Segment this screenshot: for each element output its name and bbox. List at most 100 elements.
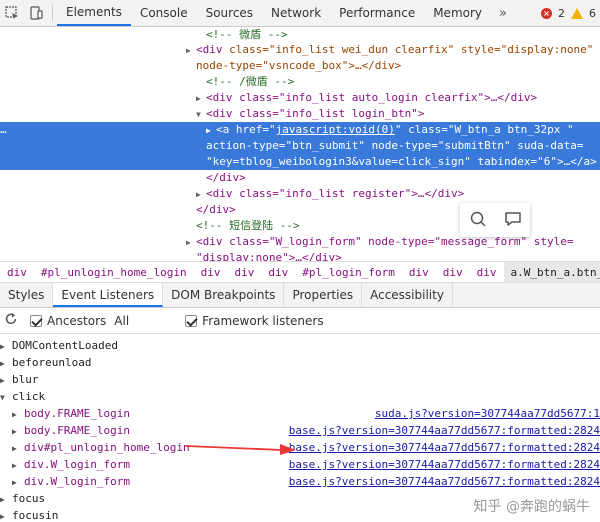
expand-triangle-icon[interactable]: ▶ [12, 440, 24, 457]
tab-properties[interactable]: Properties [284, 283, 363, 307]
expand-triangle-icon[interactable]: ▶ [12, 474, 24, 491]
node-markup: </div> [206, 171, 246, 184]
expand-triangle-icon[interactable]: ▶ [186, 235, 196, 251]
breadcrumb-item[interactable]: div [0, 266, 34, 279]
framework-listeners-label: Framework listeners [202, 313, 324, 328]
collapse-triangle-icon[interactable]: ▼ [0, 389, 12, 406]
toolbar-divider [52, 5, 53, 21]
source-link[interactable]: base.js?version=307744aa77dd5677:formatt… [289, 473, 600, 490]
node-markup: <div class="info_list login_btn"> [206, 107, 425, 120]
search-icon[interactable] [469, 210, 487, 231]
expand-triangle-icon[interactable]: ▶ [196, 91, 206, 107]
href-link[interactable]: javascript:void(0) [276, 123, 395, 136]
event-name: DOMContentLoaded [12, 339, 118, 352]
device-toolbar-icon[interactable] [24, 0, 48, 26]
tab-console[interactable]: Console [131, 0, 197, 26]
floating-widget [460, 203, 530, 237]
dom-node-selected-anchor-attrs[interactable]: action-type="btn_submit" node-type="subm… [0, 138, 600, 154]
node-attributes: action-type="btn_submit" node-type="subm… [206, 139, 584, 152]
comment-text: <!-- /微盾 --> [206, 75, 295, 88]
comment-text: <!-- 微盾 --> [206, 28, 288, 41]
expand-triangle-icon[interactable]: ▶ [12, 457, 24, 474]
expand-triangle-icon[interactable]: ▶ [186, 43, 196, 59]
error-count: 2 [558, 6, 565, 20]
expand-triangle-icon[interactable]: ▶ [0, 491, 12, 508]
ancestors-checkbox[interactable] [30, 314, 42, 327]
event-group-blur[interactable]: ▶ blur [0, 371, 600, 388]
warning-icon [571, 7, 583, 19]
breadcrumb-item[interactable]: div [470, 266, 504, 279]
dom-node-selected-anchor[interactable]: … ▶ <a href="javascript:void(0)" class="W_… [0, 122, 600, 138]
inspect-element-icon[interactable] [0, 0, 24, 26]
event-group-beforeunload[interactable]: ▶ beforeunload [0, 354, 600, 371]
expand-triangle-icon[interactable]: ▶ [206, 123, 216, 139]
source-link[interactable]: suda.js?version=307744aa77dd5677:1 [375, 405, 600, 422]
listener-row[interactable]: ▶ body.FRAME_login base.js?version=307744… [0, 422, 600, 439]
ancestors-scope-select[interactable]: All [114, 314, 129, 328]
tab-sources[interactable]: Sources [197, 0, 262, 26]
node-markup: <div class="info_list auto_login clearfi… [206, 91, 538, 104]
expand-triangle-icon[interactable]: ▶ [196, 187, 206, 203]
dom-node-login-btn[interactable]: ▼ <div class="info_list login_btn"> [0, 106, 600, 122]
listener-row[interactable]: ▶ div.W_login_form base.js?version=307744… [0, 456, 600, 473]
dom-node-close[interactable]: </div> [0, 170, 600, 186]
ancestors-label: Ancestors [47, 313, 107, 328]
breadcrumb-item[interactable]: #pl_unlogin_home_login [34, 266, 194, 279]
breadcrumb-item[interactable]: div [227, 266, 261, 279]
framework-listeners-checkbox[interactable] [185, 314, 198, 327]
expand-triangle-icon[interactable]: ▶ [0, 372, 12, 389]
tab-dom-breakpoints[interactable]: DOM Breakpoints [163, 283, 285, 307]
tab-styles[interactable]: Styles [0, 283, 54, 307]
source-link[interactable]: base.js?version=307744aa77dd5677:formatt… [289, 456, 600, 473]
listener-node: div#pl_unlogin_home_login [24, 441, 190, 454]
listener-row[interactable]: ▶ body.FRAME_login suda.js?version=307744… [0, 405, 600, 422]
breadcrumb-current[interactable]: a.W_btn_a.btn_32px [503, 262, 600, 282]
breadcrumb-item[interactable]: div [436, 266, 470, 279]
event-name: click [12, 390, 46, 403]
listener-row[interactable]: ▶ div.W_login_form base.js?version=307744… [0, 473, 600, 490]
expand-triangle-icon[interactable]: ▶ [12, 406, 24, 423]
node-attributes: node-type="vsncode_box">…</div> [196, 59, 402, 72]
watermark: 知乎 @奔跑的蜗牛 [473, 499, 590, 515]
comment-icon[interactable] [504, 210, 522, 231]
breadcrumb-item[interactable]: div [194, 266, 228, 279]
issue-counters[interactable]: × 2 6 [541, 7, 600, 20]
breadcrumb: div #pl_unlogin_home_login div div div #… [0, 261, 600, 283]
source-link[interactable]: base.js?version=307744aa77dd5677:formatt… [289, 422, 600, 439]
dom-node-wei-dun[interactable]: ▶ <div class="info_list wei_dun clearfix"… [0, 42, 600, 58]
event-group-click[interactable]: ▼ click [0, 388, 600, 405]
event-name: focus [12, 492, 46, 505]
devtools-toolbar: Elements Console Sources Network Perform… [0, 0, 600, 27]
dom-node-selected-anchor-attrs[interactable]: "key=tblog_weibologin3&value=click_sign"… [0, 154, 600, 170]
collapse-triangle-icon[interactable]: ▼ [196, 107, 206, 123]
dom-node-comment[interactable]: <!-- /微盾 --> [0, 74, 600, 90]
tab-performance[interactable]: Performance [330, 0, 424, 26]
listener-row[interactable]: ▶ div#pl_unlogin_home_login base.js?versi… [0, 439, 600, 456]
expand-triangle-icon[interactable]: ▶ [0, 338, 12, 355]
breadcrumb-item[interactable]: div [402, 266, 436, 279]
dom-node-comment[interactable]: <!-- 微盾 --> [0, 27, 600, 43]
breadcrumb-item[interactable]: div [261, 266, 295, 279]
tab-memory[interactable]: Memory [424, 0, 491, 26]
listener-node: body.FRAME_login [24, 424, 130, 437]
tab-event-listeners[interactable]: Event Listeners [53, 283, 164, 307]
expand-triangle-icon[interactable]: ▶ [0, 508, 12, 522]
tab-accessibility[interactable]: Accessibility [362, 283, 453, 307]
error-icon: × [541, 7, 552, 19]
source-link[interactable]: base.js?version=307744aa77dd5677:formatt… [289, 439, 600, 456]
dom-node-register[interactable]: ▶ <div class="info_list register">…</div> [0, 186, 600, 202]
event-name: blur [12, 373, 39, 386]
expand-triangle-icon[interactable]: ▶ [12, 423, 24, 440]
tab-network[interactable]: Network [262, 0, 330, 26]
listener-node: body.FRAME_login [24, 407, 130, 420]
node-markup: <div class="info_list register">…</div> [206, 187, 465, 200]
more-tabs-button[interactable]: » [491, 6, 515, 21]
comment-text: <!-- 短信登陆 --> [196, 219, 300, 232]
tab-elements[interactable]: Elements [57, 0, 131, 26]
event-group-domcontentloaded[interactable]: ▶ DOMContentLoaded [0, 337, 600, 354]
expand-triangle-icon[interactable]: ▶ [0, 355, 12, 372]
breadcrumb-item[interactable]: #pl_login_form [295, 266, 402, 279]
refresh-icon[interactable] [4, 312, 18, 329]
dom-node-auto-login[interactable]: ▶ <div class="info_list auto_login clearf… [0, 90, 600, 106]
node-attributes: class="info_list wei_dun clearfix" style… [229, 43, 594, 56]
